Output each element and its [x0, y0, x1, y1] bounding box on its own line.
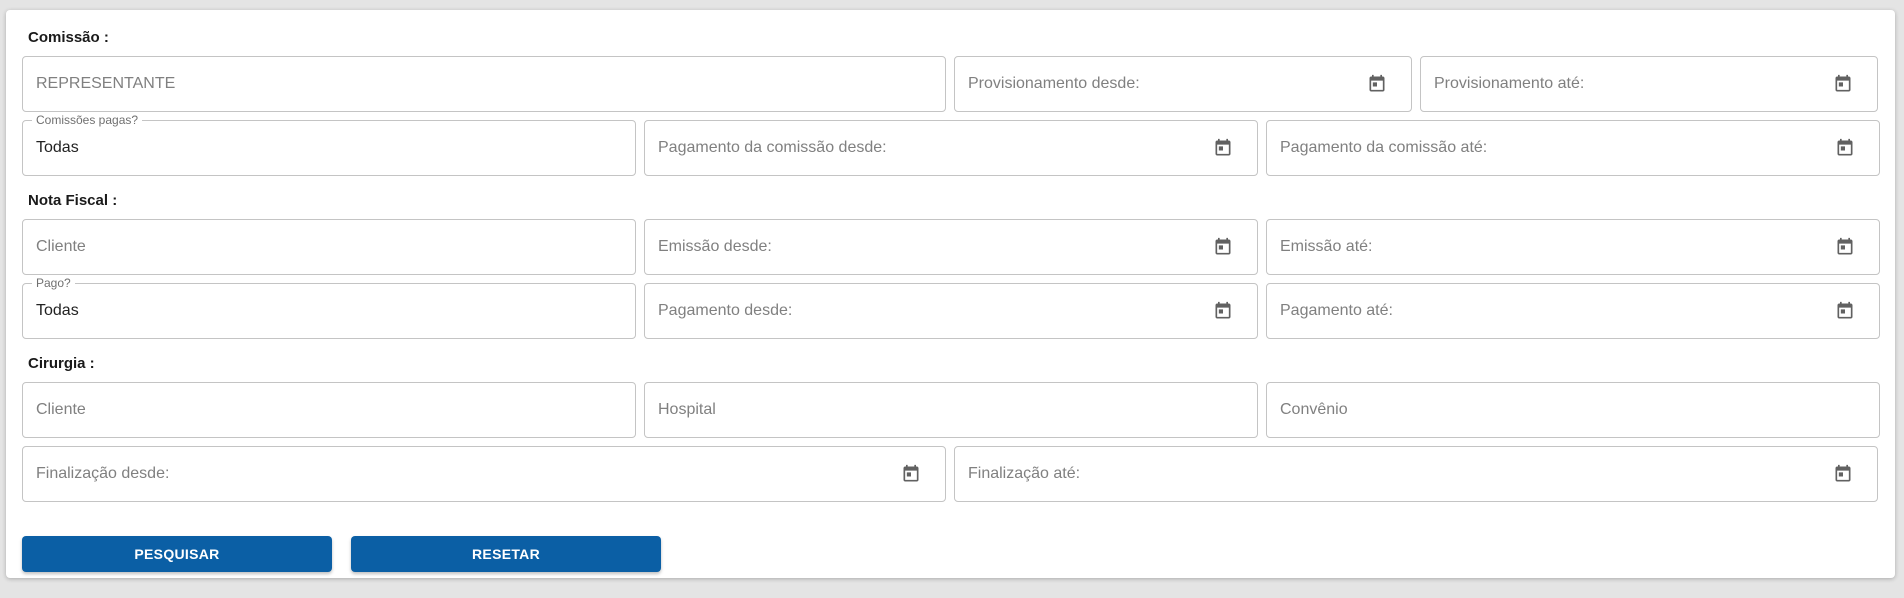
filter-card: Comissão : REPRESENTANTE Provisionamento…: [6, 10, 1895, 578]
calendar-icon[interactable]: [1367, 74, 1387, 94]
finalizacao-ate-placeholder: Finalização até:: [968, 465, 1081, 482]
resetar-button[interactable]: RESETAR: [351, 536, 661, 572]
calendar-icon[interactable]: [1833, 74, 1853, 94]
emissao-desde-input[interactable]: Emissão desde:: [644, 219, 1258, 275]
comissoes-pagas-value: Todas: [36, 139, 79, 156]
convenio-input[interactable]: Convênio: [1266, 382, 1880, 438]
finalizacao-desde-placeholder: Finalização desde:: [36, 465, 170, 482]
pagamento-desde-placeholder: Pagamento desde:: [658, 302, 793, 319]
calendar-icon[interactable]: [901, 464, 921, 484]
emissao-ate-placeholder: Emissão até:: [1280, 238, 1373, 255]
section-title-comissao: Comissão :: [28, 29, 109, 46]
pagamento-comissao-desde-placeholder: Pagamento da comissão desde:: [658, 139, 887, 156]
section-title-cirurgia: Cirurgia :: [28, 355, 95, 372]
pagamento-comissao-ate-input[interactable]: Pagamento da comissão até:: [1266, 120, 1880, 176]
representante-placeholder: REPRESENTANTE: [36, 75, 176, 92]
calendar-icon[interactable]: [1835, 138, 1855, 158]
pago-select[interactable]: Pago? Todas: [22, 276, 636, 339]
pagamento-ate-placeholder: Pagamento até:: [1280, 302, 1393, 319]
pagamento-comissao-ate-placeholder: Pagamento da comissão até:: [1280, 139, 1488, 156]
cirurgia-cliente-input[interactable]: Cliente: [22, 382, 636, 438]
provisionamento-desde-placeholder: Provisionamento desde:: [968, 75, 1140, 92]
hospital-input[interactable]: Hospital: [644, 382, 1258, 438]
provisionamento-desde-input[interactable]: Provisionamento desde:: [954, 56, 1412, 112]
emissao-desde-placeholder: Emissão desde:: [658, 238, 772, 255]
section-title-nota-fiscal: Nota Fiscal :: [28, 192, 118, 209]
calendar-icon[interactable]: [1833, 464, 1853, 484]
comissoes-pagas-select[interactable]: Comissões pagas? Todas: [22, 113, 636, 176]
pago-value: Todas: [36, 302, 79, 319]
pesquisar-button[interactable]: PESQUISAR: [22, 536, 332, 572]
finalizacao-desde-input[interactable]: Finalização desde:: [22, 446, 946, 502]
emissao-ate-input[interactable]: Emissão até:: [1266, 219, 1880, 275]
calendar-icon[interactable]: [1835, 301, 1855, 321]
calendar-icon[interactable]: [1213, 138, 1233, 158]
convenio-placeholder: Convênio: [1280, 401, 1348, 418]
pagamento-ate-input[interactable]: Pagamento até:: [1266, 283, 1880, 339]
pagamento-desde-input[interactable]: Pagamento desde:: [644, 283, 1258, 339]
nf-cliente-placeholder: Cliente: [36, 238, 86, 255]
provisionamento-ate-placeholder: Provisionamento até:: [1434, 75, 1585, 92]
hospital-placeholder: Hospital: [658, 401, 716, 418]
representante-input[interactable]: REPRESENTANTE: [22, 56, 946, 112]
pagamento-comissao-desde-input[interactable]: Pagamento da comissão desde:: [644, 120, 1258, 176]
cirurgia-cliente-placeholder: Cliente: [36, 401, 86, 418]
provisionamento-ate-input[interactable]: Provisionamento até:: [1420, 56, 1878, 112]
calendar-icon[interactable]: [1213, 301, 1233, 321]
finalizacao-ate-input[interactable]: Finalização até:: [954, 446, 1878, 502]
calendar-icon[interactable]: [1213, 237, 1233, 257]
calendar-icon[interactable]: [1835, 237, 1855, 257]
nf-cliente-input[interactable]: Cliente: [22, 219, 636, 275]
